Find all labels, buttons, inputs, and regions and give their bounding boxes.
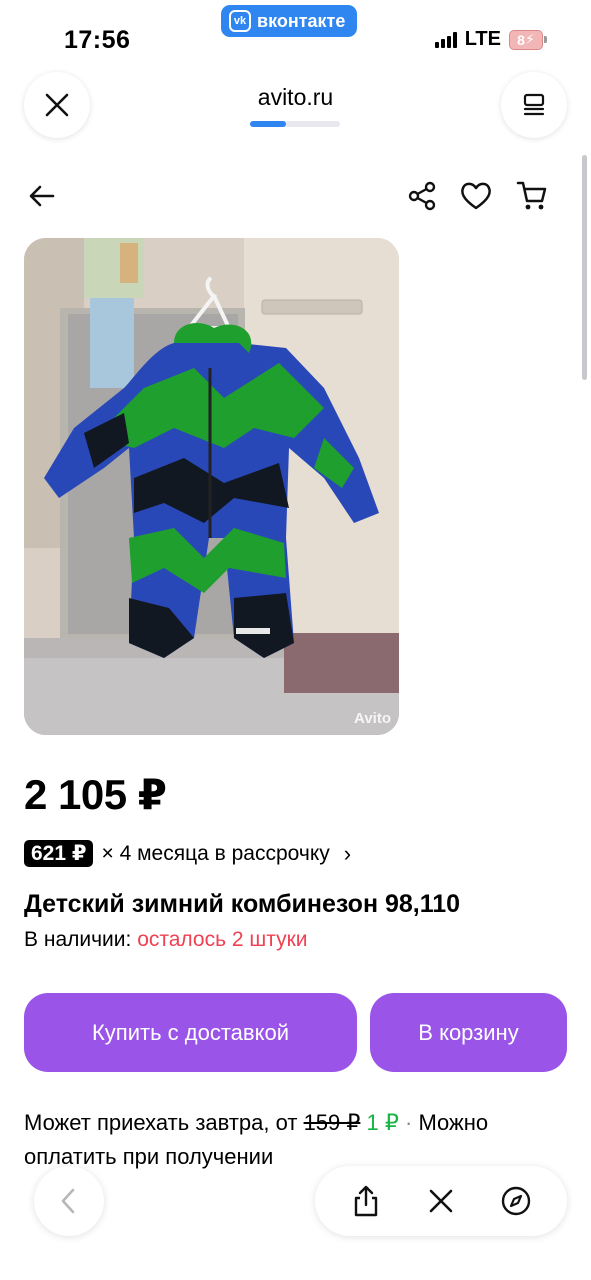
share-out-icon[interactable]	[346, 1181, 386, 1221]
product-title: Детский зимний комбинезон 98,110	[24, 890, 461, 918]
battery-icon: 8 ⚡	[509, 29, 547, 50]
vk-logo-icon: vk	[229, 10, 251, 32]
installment-text: × 4 месяца в рассрочку	[101, 841, 330, 865]
product-photo[interactable]: Avito	[24, 238, 399, 735]
back-to-app-pill[interactable]: vk вконтакте	[221, 5, 358, 37]
clock: 17:56	[64, 26, 131, 54]
page-scrollbar[interactable]	[582, 155, 587, 380]
menu-icon	[523, 93, 545, 116]
installment-link[interactable]: 621 ₽ × 4 месяца в рассрочку ›	[24, 840, 351, 867]
delivery-separator: ·	[398, 1110, 419, 1135]
close-icon[interactable]	[421, 1181, 461, 1221]
stock-label: В наличии:	[24, 928, 132, 951]
chevron-left-icon	[61, 1188, 75, 1214]
delivery-new-price: 1 ₽	[366, 1110, 399, 1135]
delivery-text-before: Может приехать завтра, от	[24, 1110, 304, 1135]
browser-menu-button[interactable]	[501, 72, 567, 138]
browser-back-button[interactable]	[34, 1166, 104, 1236]
favorite-heart-icon[interactable]	[458, 178, 494, 214]
signal-icon	[434, 31, 457, 48]
chevron-right-icon: ›	[343, 840, 352, 866]
back-to-app-label: вконтакте	[257, 10, 346, 31]
load-progress-bar	[250, 121, 340, 127]
network-type: LTE	[464, 28, 501, 50]
delivery-old-price: 159 ₽	[303, 1110, 361, 1135]
installment-amount: 621 ₽	[24, 840, 94, 867]
load-progress-fill	[250, 121, 286, 127]
cart-icon[interactable]	[514, 178, 550, 214]
add-to-cart-button[interactable]: В корзину	[370, 993, 567, 1072]
product-photo-image	[24, 238, 399, 735]
compass-icon[interactable]	[496, 1181, 536, 1221]
avito-watermark: Avito	[354, 710, 391, 727]
battery-level: 8	[517, 31, 525, 48]
share-icon[interactable]	[404, 178, 440, 214]
status-bar: 17:56 vk вконтакте LTE 8 ⚡	[0, 0, 591, 70]
back-arrow-icon[interactable]	[24, 178, 60, 214]
product-price: 2 105 ₽	[24, 771, 167, 818]
stock-remaining: осталось 2 штуки	[137, 928, 308, 951]
browser-bottom-bar	[0, 1160, 591, 1250]
page-toolbar	[0, 172, 591, 222]
status-right: LTE 8 ⚡	[434, 28, 547, 51]
browser-header: avito.ru	[0, 70, 591, 150]
buy-with-delivery-button[interactable]: Купить с доставкой	[24, 993, 357, 1072]
stock-status: В наличии: осталось 2 штуки	[24, 928, 308, 952]
browser-tools	[315, 1166, 567, 1236]
